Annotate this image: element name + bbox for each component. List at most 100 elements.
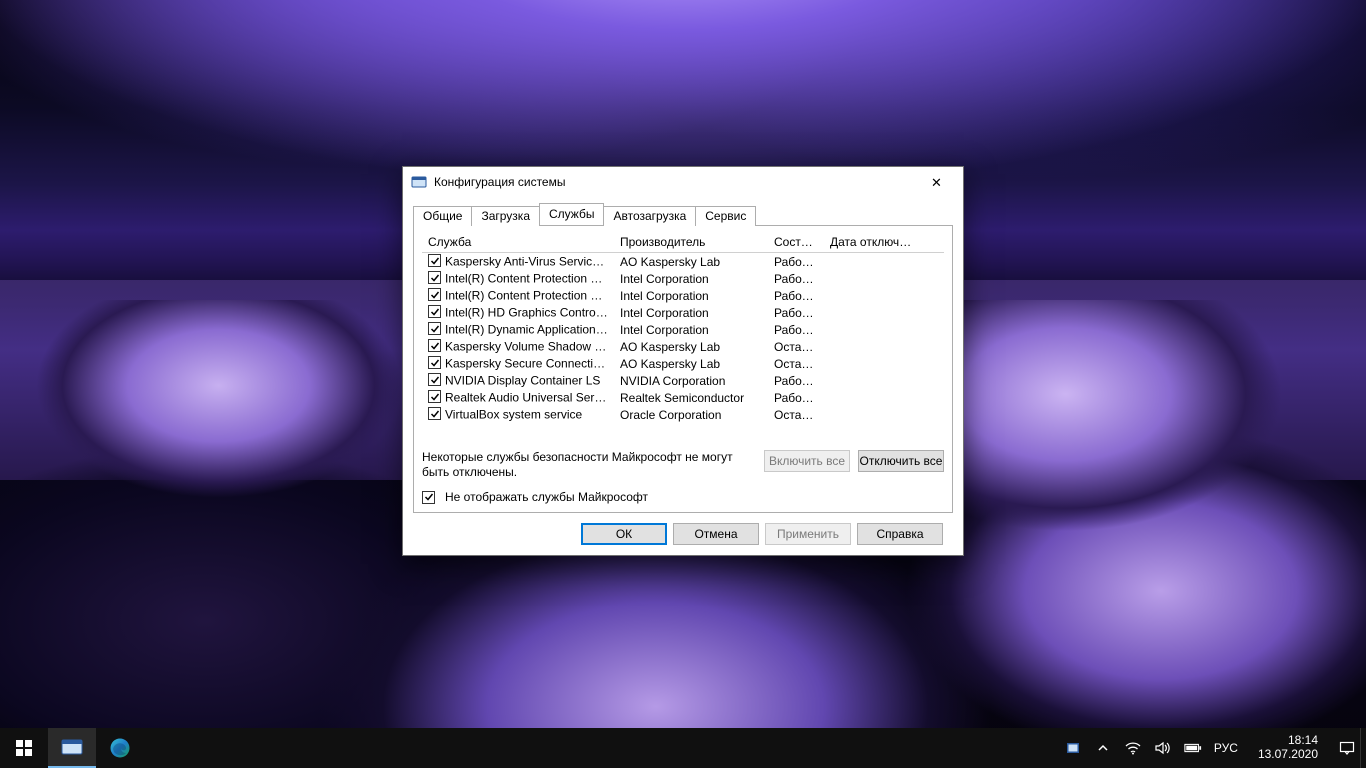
hide-ms-services[interactable]: Не отображать службы Майкрософт — [422, 490, 944, 504]
service-name: Intel(R) Dynamic Application Loa… — [445, 323, 614, 337]
service-name: Kaspersky Volume Shadow Copy… — [445, 340, 614, 354]
tab-tools[interactable]: Сервис — [695, 206, 756, 226]
service-status: Работает — [768, 374, 824, 388]
start-button[interactable] — [0, 728, 48, 768]
clock[interactable]: 18:14 13.07.2020 — [1250, 734, 1326, 762]
titlebar[interactable]: Конфигурация системы ✕ — [403, 167, 963, 197]
service-status: Работает — [768, 306, 824, 320]
close-icon: ✕ — [931, 176, 942, 189]
service-status: Остан… — [768, 357, 824, 371]
service-checkbox[interactable] — [428, 288, 441, 301]
service-checkbox[interactable] — [428, 322, 441, 335]
taskbar: РУС 18:14 13.07.2020 — [0, 728, 1366, 768]
action-center-icon[interactable] — [1338, 739, 1356, 757]
service-checkbox[interactable] — [428, 254, 441, 267]
msconfig-taskbar-icon — [60, 737, 84, 757]
windows-logo-icon — [16, 740, 32, 756]
service-status: Работает — [768, 289, 824, 303]
service-row[interactable]: Realtek Audio Universal ServiceRealtek S… — [422, 389, 944, 406]
service-status: Работает — [768, 391, 824, 405]
clock-time: 18:14 — [1258, 734, 1318, 748]
service-status: Работает — [768, 323, 824, 337]
service-checkbox[interactable] — [428, 373, 441, 386]
system-tray: РУС 18:14 13.07.2020 — [1060, 734, 1360, 762]
tab-boot[interactable]: Загрузка — [471, 206, 540, 226]
col-disabled-date[interactable]: Дата отключе… — [824, 232, 924, 252]
service-row[interactable]: NVIDIA Display Container LS NVIDIA Corpor… — [422, 372, 944, 389]
service-row[interactable]: Intel(R) Content Protection HEC…Intel Co… — [422, 270, 944, 287]
dialog-buttons: ОК Отмена Применить Справка — [413, 513, 953, 545]
list-header: Служба Производитель Состоя… Дата отключ… — [422, 232, 944, 253]
col-service[interactable]: Служба — [422, 232, 614, 252]
service-status: Остан… — [768, 408, 824, 422]
close-button[interactable]: ✕ — [914, 168, 959, 197]
service-checkbox[interactable] — [428, 356, 441, 369]
service-manufacturer: Realtek Semiconductor — [614, 391, 768, 405]
window-title: Конфигурация системы — [434, 175, 914, 189]
service-checkbox[interactable] — [428, 407, 441, 420]
services-panel: Служба Производитель Состоя… Дата отключ… — [413, 225, 953, 513]
ok-button[interactable]: ОК — [581, 523, 667, 545]
service-row[interactable]: Intel(R) Dynamic Application Loa…Intel C… — [422, 321, 944, 338]
tray-app-icon[interactable] — [1064, 739, 1082, 757]
apply-button[interactable]: Применить — [765, 523, 851, 545]
service-status: Работает — [768, 272, 824, 286]
battery-icon[interactable] — [1184, 739, 1202, 757]
cancel-button[interactable]: Отмена — [673, 523, 759, 545]
service-name: VirtualBox system service — [445, 408, 582, 422]
service-status: Работает — [768, 255, 824, 269]
security-note: Некоторые службы безопасности Майкрософт… — [422, 450, 756, 480]
service-manufacturer: Intel Corporation — [614, 272, 768, 286]
taskbar-app-edge[interactable] — [96, 728, 144, 768]
service-name: Intel(R) Content Protection HDC… — [445, 289, 614, 303]
service-manufacturer: NVIDIA Corporation — [614, 374, 768, 388]
service-name: NVIDIA Display Container LS — [445, 374, 600, 388]
service-manufacturer: AO Kaspersky Lab — [614, 340, 768, 354]
service-manufacturer: Intel Corporation — [614, 323, 768, 337]
enable-all-button[interactable]: Включить все — [764, 450, 850, 472]
col-manufacturer[interactable]: Производитель — [614, 232, 768, 252]
tab-general[interactable]: Общие — [413, 206, 472, 226]
service-manufacturer: AO Kaspersky Lab — [614, 357, 768, 371]
service-manufacturer: Oracle Corporation — [614, 408, 768, 422]
show-desktop-button[interactable] — [1360, 728, 1366, 768]
col-status[interactable]: Состоя… — [768, 232, 824, 252]
hide-ms-checkbox[interactable] — [422, 491, 435, 504]
input-language[interactable]: РУС — [1214, 741, 1238, 755]
taskbar-app-msconfig[interactable] — [48, 728, 96, 768]
service-name: Kaspersky Anti-Virus Service 20.0 — [445, 255, 614, 269]
service-checkbox[interactable] — [428, 271, 441, 284]
client-area: Общие Загрузка Службы Автозагрузка Серви… — [403, 197, 963, 555]
service-row[interactable]: Intel(R) Content Protection HDC…Intel Co… — [422, 287, 944, 304]
tab-startup[interactable]: Автозагрузка — [603, 206, 696, 226]
disable-all-button[interactable]: Отключить все — [858, 450, 944, 472]
service-checkbox[interactable] — [428, 390, 441, 403]
service-checkbox[interactable] — [428, 305, 441, 318]
service-manufacturer: AO Kaspersky Lab — [614, 255, 768, 269]
msconfig-window: Конфигурация системы ✕ Общие Загрузка Сл… — [402, 166, 964, 556]
service-name: Kaspersky Secure Connection S… — [445, 357, 614, 371]
help-button[interactable]: Справка — [857, 523, 943, 545]
hide-ms-label: Не отображать службы Майкрософт — [445, 490, 648, 504]
clock-date: 13.07.2020 — [1258, 748, 1318, 762]
service-row[interactable]: Kaspersky Secure Connection S…AO Kaspers… — [422, 355, 944, 372]
service-status: Остан… — [768, 340, 824, 354]
service-name: Intel(R) HD Graphics Control Pa… — [445, 306, 614, 320]
tabstrip: Общие Загрузка Службы Автозагрузка Серви… — [413, 203, 953, 225]
services-list[interactable]: Kaspersky Anti-Virus Service 20.0AO Kasp… — [422, 253, 944, 440]
wifi-icon[interactable] — [1124, 739, 1142, 757]
desktop-wallpaper: Конфигурация системы ✕ Общие Загрузка Сл… — [0, 0, 1366, 768]
service-row[interactable]: Intel(R) HD Graphics Control Pa…Intel Co… — [422, 304, 944, 321]
volume-icon[interactable] — [1154, 739, 1172, 757]
service-row[interactable]: Kaspersky Volume Shadow Copy…AO Kaspersk… — [422, 338, 944, 355]
service-checkbox[interactable] — [428, 339, 441, 352]
msconfig-icon — [411, 174, 427, 190]
tray-overflow-icon[interactable] — [1094, 739, 1112, 757]
service-row[interactable]: VirtualBox system service Oracle Corporat… — [422, 406, 944, 423]
service-row[interactable]: Kaspersky Anti-Virus Service 20.0AO Kasp… — [422, 253, 944, 270]
service-manufacturer: Intel Corporation — [614, 289, 768, 303]
service-manufacturer: Intel Corporation — [614, 306, 768, 320]
tab-services[interactable]: Службы — [539, 203, 604, 225]
edge-icon — [109, 737, 131, 759]
service-name: Realtek Audio Universal Service — [445, 391, 614, 405]
